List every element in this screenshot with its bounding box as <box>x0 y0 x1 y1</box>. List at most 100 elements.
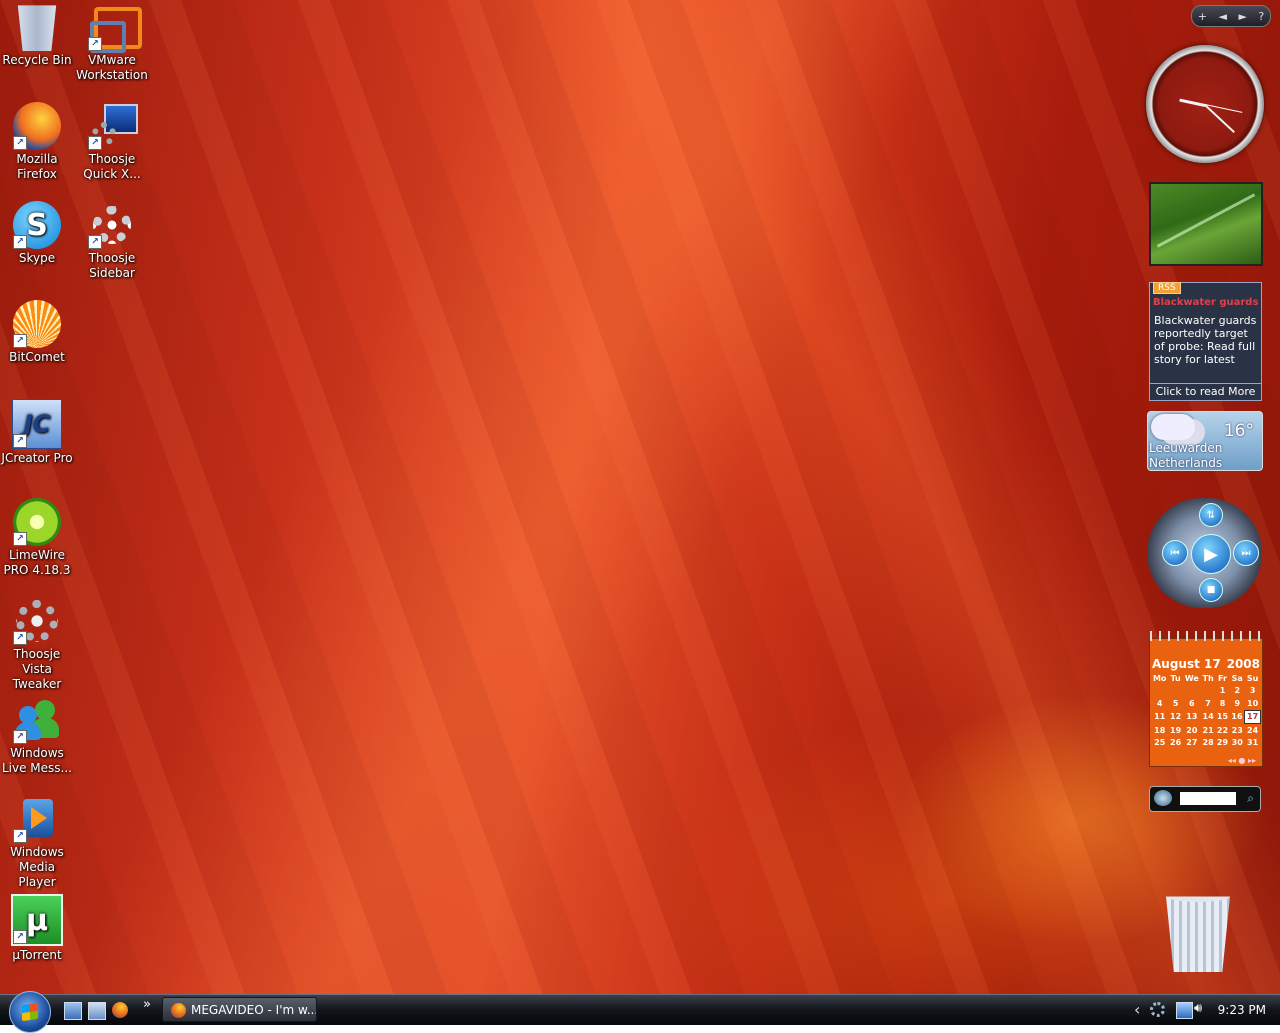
calendar-day[interactable]: 1 <box>1215 685 1229 698</box>
calendar-grid: Mo Tu We Th Fr Sa Su 1 2 3 4 5 6 7 8 9 1… <box>1151 672 1261 749</box>
show-desktop-icon[interactable] <box>64 1002 82 1020</box>
taskbar-clock[interactable]: 9:23 PM <box>1218 1003 1266 1017</box>
calendar-day[interactable]: 12 <box>1168 710 1182 724</box>
desktop-icon-recycle-bin[interactable]: Recycle Bin <box>0 3 74 68</box>
calendar-day[interactable]: 16 <box>1230 710 1245 724</box>
calendar-day[interactable]: 26 <box>1168 737 1182 750</box>
rss-read-more-link[interactable]: Click to read More <box>1150 383 1261 400</box>
quicklaunch-overflow-chevron[interactable]: » <box>143 997 151 1012</box>
stop-button[interactable]: ■ <box>1199 578 1223 602</box>
volume-icon[interactable]: 🔊︎ <box>1194 1001 1209 1016</box>
calendar-day[interactable] <box>1201 685 1215 698</box>
calendar-day[interactable]: 28 <box>1201 737 1215 750</box>
calendar-day[interactable] <box>1168 685 1182 698</box>
gear-icon[interactable] <box>1150 1002 1165 1017</box>
calendar-day[interactable]: 18 <box>1151 724 1168 737</box>
messenger-icon: ↗ <box>13 696 61 744</box>
desktop-icon-bitcomet[interactable]: ↗ BitComet <box>0 300 74 365</box>
taskbar-window-title: MEGAVIDEO - I'm w... <box>191 1003 317 1017</box>
recycle-bin-gadget[interactable] <box>1166 896 1230 972</box>
network-icon[interactable] <box>1176 1002 1193 1019</box>
vmware-icon: ↗ <box>88 3 142 53</box>
desktop-wallpaper <box>0 0 1280 994</box>
rss-tag: RSS <box>1153 282 1181 294</box>
desktop-icon-vmware[interactable]: ↗ VMware Workstation <box>75 3 149 83</box>
calendar-day[interactable] <box>1183 685 1201 698</box>
weather-gadget[interactable]: 16° Leeuwarden Netherlands <box>1147 411 1263 471</box>
calendar-day[interactable]: 9 <box>1230 697 1245 710</box>
weekday-label: Th <box>1202 673 1214 683</box>
clock-gadget[interactable] <box>1146 45 1264 163</box>
skype-icon: S ↗ <box>13 201 61 249</box>
rss-headline[interactable]: Blackwater guards <box>1153 297 1258 308</box>
desktop-icon-label: Mozilla Firefox <box>16 152 58 181</box>
desktop-icon-vista-tweaker[interactable]: ↗ Thoosje Vista Tweaker <box>0 597 74 692</box>
add-gadget-button[interactable]: + <box>1198 10 1207 23</box>
calendar-day[interactable]: 11 <box>1151 710 1168 724</box>
firefox-quicklaunch-icon[interactable] <box>112 1002 128 1018</box>
gear-icon: ↗ <box>13 597 61 645</box>
calendar-day[interactable]: 14 <box>1201 710 1215 724</box>
calendar-gadget[interactable]: August 17 2008 Mo Tu We Th Fr Sa Su 1 2 … <box>1149 631 1263 767</box>
calendar-day[interactable]: 5 <box>1168 697 1182 710</box>
search-icon[interactable]: ⌕ <box>1247 791 1254 806</box>
calendar-day[interactable]: 31 <box>1245 737 1261 750</box>
desktop-icon-limewire[interactable]: ↗ LimeWire PRO 4.18.3 <box>0 498 74 578</box>
desktop-icon-label: Windows Live Mess... <box>1 746 72 775</box>
calendar-day[interactable]: 23 <box>1230 724 1245 737</box>
search-input[interactable] <box>1180 792 1236 805</box>
calendar-day[interactable]: 4 <box>1151 697 1168 710</box>
calendar-day[interactable]: 13 <box>1183 710 1201 724</box>
calendar-day[interactable]: 15 <box>1215 710 1229 724</box>
calendar-day[interactable]: 2 <box>1230 685 1245 698</box>
calendar-day[interactable]: 8 <box>1215 697 1229 710</box>
next-track-button[interactable]: ⏭ <box>1233 540 1259 566</box>
rss-gadget[interactable]: RSS Blackwater guards Blackwater guards … <box>1149 282 1262 401</box>
previous-track-button[interactable]: ⏮ <box>1162 540 1188 566</box>
desktop-icon-live-messenger[interactable]: ↗ Windows Live Mess... <box>0 696 74 776</box>
play-button[interactable]: ▶ <box>1191 534 1231 574</box>
calendar-day[interactable]: 21 <box>1201 724 1215 737</box>
calendar-day[interactable]: 24 <box>1245 724 1261 737</box>
calendar-day[interactable]: 29 <box>1215 737 1229 750</box>
desktop-icon-utorrent[interactable]: µ ↗ µTorrent <box>0 894 74 963</box>
calendar-day[interactable]: 27 <box>1183 737 1201 750</box>
calendar-day[interactable]: 19 <box>1168 724 1182 737</box>
next-page-button[interactable]: ► <box>1238 10 1246 23</box>
shortcut-arrow-icon: ↗ <box>88 136 102 150</box>
switch-windows-icon[interactable] <box>88 1002 106 1020</box>
desktop-icon-skype[interactable]: S ↗ Skype <box>0 201 74 266</box>
taskbar-window-button[interactable]: MEGAVIDEO - I'm w... <box>162 997 317 1022</box>
slideshow-gadget[interactable] <box>1149 182 1263 266</box>
desktop-icon-label: LimeWire PRO 4.18.3 <box>3 548 71 577</box>
calendar-day[interactable]: 22 <box>1215 724 1229 737</box>
calendar-day[interactable]: 3 <box>1245 685 1261 698</box>
desktop-icon-thoosje-sidebar[interactable]: ↗ Thoosje Sidebar <box>75 201 149 281</box>
jcreator-icon: JC ↗ <box>12 399 62 449</box>
desktop-icon-firefox[interactable]: ↗ Mozilla Firefox <box>0 102 74 182</box>
calendar-day-today[interactable]: 17 <box>1244 709 1261 724</box>
start-button[interactable] <box>9 991 51 1033</box>
search-provider-icon[interactable] <box>1154 790 1172 806</box>
calendar-day[interactable]: 6 <box>1183 697 1201 710</box>
shortcut-arrow-icon: ↗ <box>13 235 27 249</box>
show-hidden-icons-chevron[interactable]: ‹ <box>1134 1000 1140 1019</box>
desktop-icon-media-player[interactable]: ↗ Windows Media Player <box>0 795 74 890</box>
shortcut-arrow-icon: ↗ <box>88 37 102 51</box>
help-button[interactable]: ? <box>1258 10 1264 23</box>
desktop-icon-thoosje-quick[interactable]: ↗ Thoosje Quick X... <box>75 102 149 182</box>
desktop-icon-label: JCreator Pro <box>1 451 73 465</box>
firefox-icon <box>171 1003 186 1018</box>
calendar-day[interactable]: 10 <box>1245 697 1261 710</box>
calendar-day[interactable]: 7 <box>1201 697 1215 710</box>
previous-page-button[interactable]: ◄ <box>1218 10 1226 23</box>
swap-button[interactable]: ⇅ <box>1199 503 1223 527</box>
calendar-nav[interactable]: ◂◂ ● ▸▸ <box>1150 756 1262 765</box>
weekday-label: Su <box>1246 673 1259 683</box>
calendar-day[interactable]: 25 <box>1151 737 1168 750</box>
calendar-day[interactable]: 20 <box>1183 724 1201 737</box>
clock-hour-hand <box>1179 98 1206 107</box>
desktop-icon-jcreator[interactable]: JC ↗ JCreator Pro <box>0 399 74 466</box>
calendar-day[interactable]: 30 <box>1230 737 1245 750</box>
calendar-day[interactable] <box>1151 685 1168 698</box>
